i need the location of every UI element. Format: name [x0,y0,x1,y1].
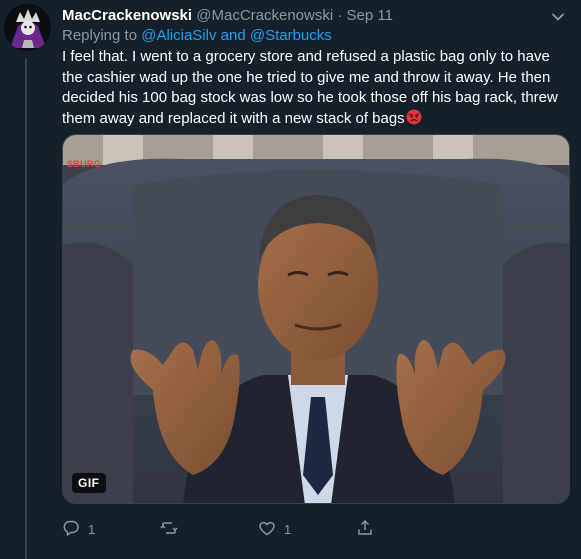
replying-to: Replying to @AliciaSilv and @Starbucks [62,26,332,46]
tweet-header: MacCrackenowski @MacCrackenowski · Sep 1… [62,6,541,26]
tweet[interactable]: MacCrackenowski @MacCrackenowski · Sep 1… [0,0,581,559]
display-name[interactable]: MacCrackenowski [62,7,192,24]
chevron-down-icon[interactable] [549,8,567,26]
reply-count: 1 [88,521,96,537]
mention-link[interactable]: @Starbucks [250,27,332,44]
tweet-body: I feel that. I went to a grocery store a… [62,48,558,127]
like-count: 1 [284,521,292,537]
tweet-actions: 1 1 [62,518,422,540]
reply-button[interactable]: 1 [62,518,95,540]
share-icon [356,519,374,540]
like-button[interactable]: 1 [258,518,291,540]
replying-prefix: Replying to [62,27,138,44]
tweet-text: I feel that. I went to a grocery store a… [62,47,572,129]
gif-badge: GIF [72,473,106,493]
gif-frame-image [63,135,569,503]
avatar[interactable] [4,4,51,51]
video-watermark: SBURG [67,159,102,169]
tweet-date[interactable]: Sep 11 [347,7,393,24]
mention-joiner: and [220,27,246,44]
share-button[interactable] [356,518,374,540]
retweet-button[interactable] [160,518,186,540]
separator-dot: · [337,7,343,24]
user-handle[interactable]: @MacCrackenowski [196,7,333,24]
gif-media[interactable]: SBURG GIF [62,134,570,504]
retweet-icon [160,519,178,540]
heart-icon [258,519,276,540]
angry-face-icon [406,109,422,125]
mention-link[interactable]: @AliciaSilv [141,27,216,44]
thread-line [25,58,27,559]
reply-icon [62,519,80,540]
